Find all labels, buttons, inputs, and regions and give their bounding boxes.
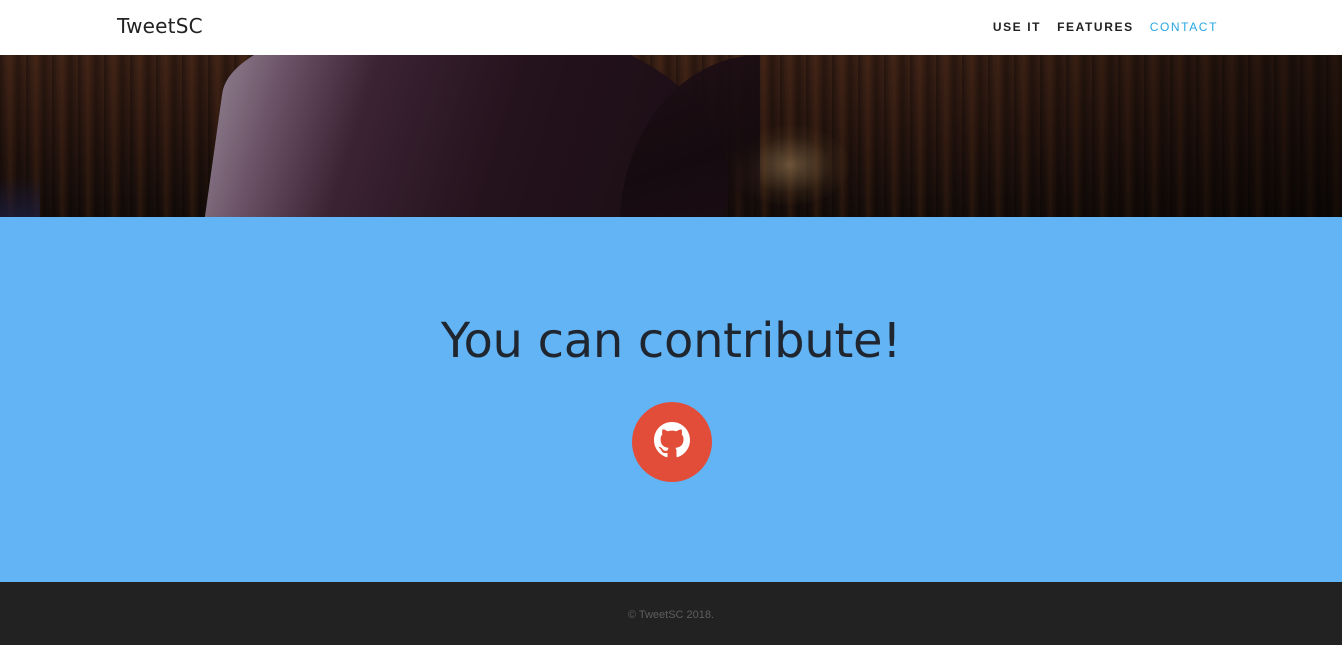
hero-shade	[922, 55, 1342, 217]
nav-link-use-it[interactable]: USE IT	[993, 20, 1041, 34]
github-icon	[654, 421, 690, 463]
nav-link-contact[interactable]: CONTACT	[1150, 20, 1218, 34]
hero-left-corner	[0, 175, 40, 217]
footer: © TweetSC 2018.	[0, 582, 1342, 645]
nav-links: USE IT FEATURES CONTACT	[977, 20, 1218, 34]
hero-image	[0, 55, 1342, 217]
footer-copyright: © TweetSC 2018.	[627, 609, 715, 621]
brand-link[interactable]: TweetSC	[117, 14, 203, 38]
github-button[interactable]	[632, 402, 712, 482]
contribute-heading: You can contribute!	[440, 313, 902, 369]
navbar: TweetSC USE IT FEATURES CONTACT	[0, 0, 1342, 55]
contribute-section: You can contribute!	[0, 217, 1342, 582]
nav-link-features[interactable]: FEATURES	[1057, 20, 1134, 34]
